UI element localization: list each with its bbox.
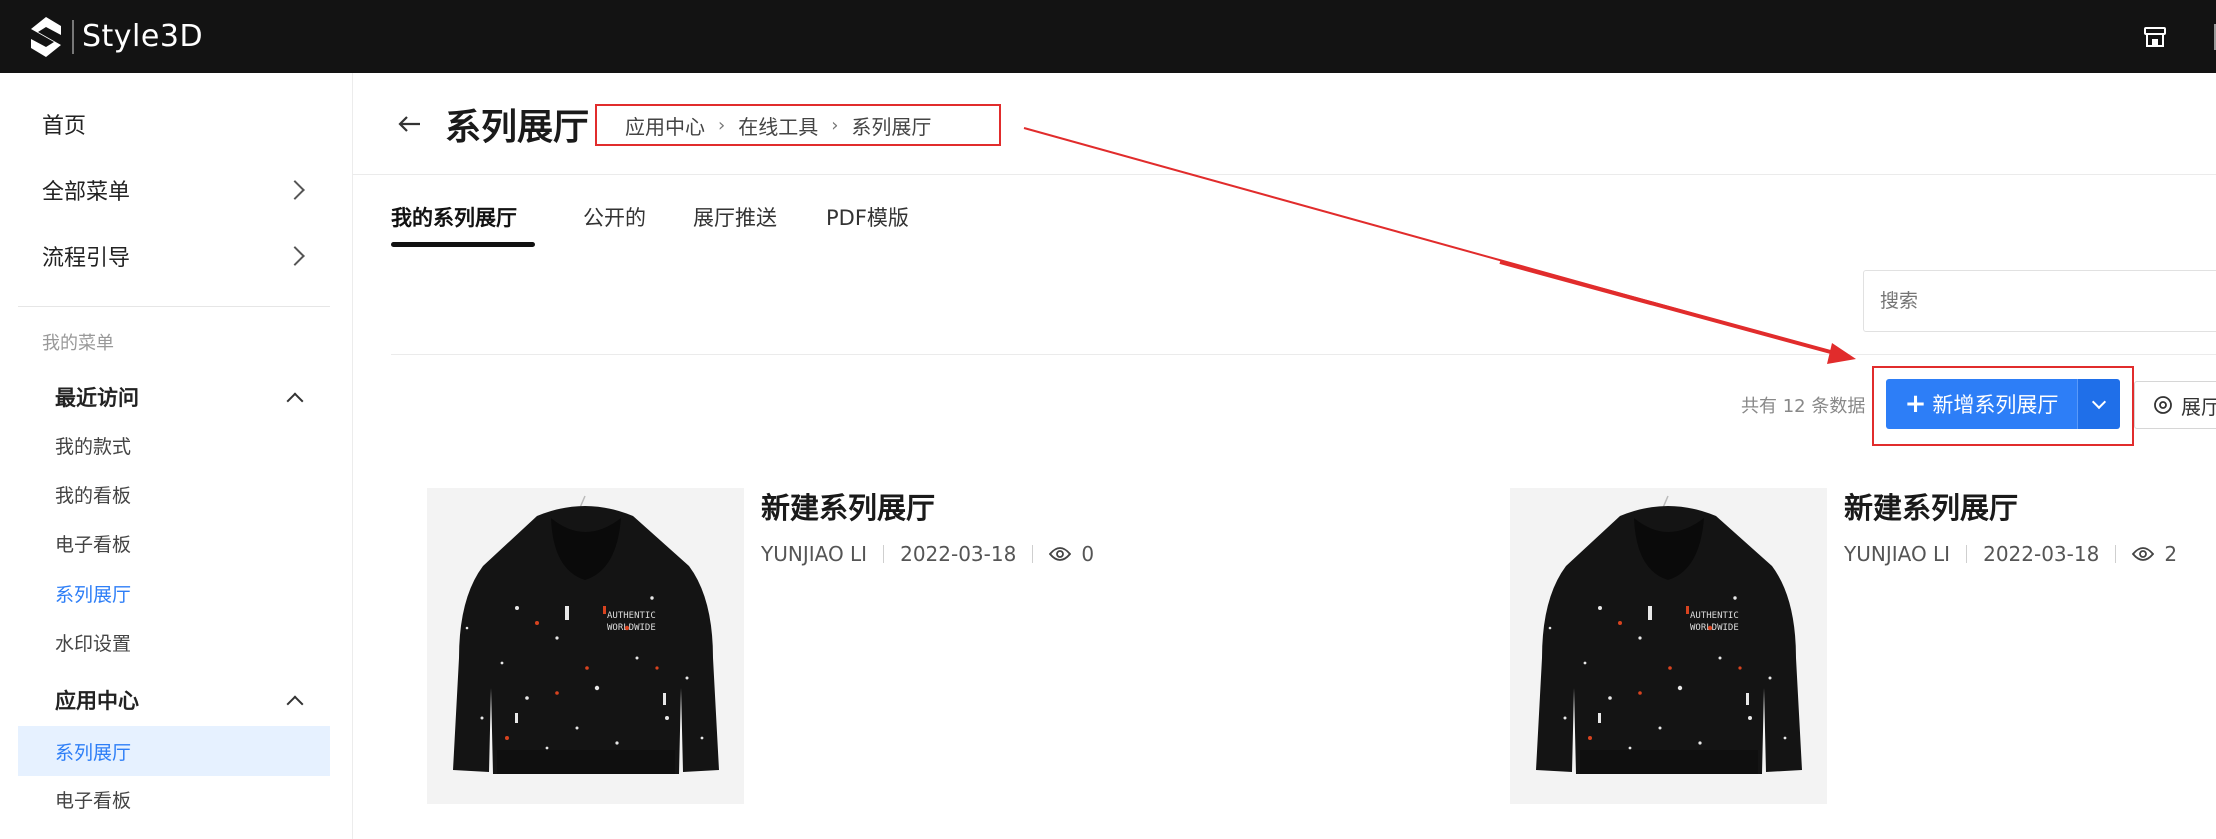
sidebar-item-process-guide[interactable]: 流程引导 — [42, 236, 312, 276]
sidebar: 首页 全部菜单 流程引导 我的菜单 最近访问 我的款式 我的看板 电子看板 系列… — [0, 73, 353, 839]
svg-text:AUTHENTIC: AUTHENTIC — [607, 611, 656, 621]
new-showroom-label: 新增系列展厅 — [1932, 393, 2059, 417]
active-tab-indicator — [391, 242, 535, 247]
tab-my-showrooms[interactable]: 我的系列展厅 — [391, 202, 517, 232]
toolbar-divider — [391, 354, 2216, 355]
brand-name: Style3D — [82, 19, 204, 54]
chevron-up-icon — [286, 695, 304, 713]
sidebar-item-label: 全部菜单 — [42, 180, 131, 205]
sidebar-item-label: 首页 — [42, 114, 87, 139]
tab-pdf-template[interactable]: PDF模版 — [826, 202, 909, 232]
sidebar-item-e-board-app[interactable]: 电子看板 — [55, 784, 131, 814]
eye-icon — [2132, 547, 2155, 561]
sidebar-group-label: 应用中心 — [55, 689, 139, 713]
back-arrow-icon[interactable] — [396, 110, 424, 138]
meta-divider — [1966, 545, 1968, 563]
breadcrumb-item-current: 系列展厅 — [851, 114, 932, 139]
page-title: 系列展厅 — [445, 107, 590, 148]
sidebar-group-app-center[interactable]: 应用中心 — [55, 682, 305, 718]
meta-divider — [883, 545, 885, 563]
plus-icon: + — [1904, 389, 1927, 419]
svg-text:AUTHENTIC: AUTHENTIC — [1690, 611, 1739, 621]
eye-circle-icon — [2154, 396, 2172, 414]
chevron-right-icon — [285, 246, 305, 266]
card-views: 2 — [2164, 542, 2178, 566]
sidebar-item-watermark[interactable]: 水印设置 — [55, 627, 131, 657]
breadcrumb-separator-icon: › — [831, 114, 839, 136]
total-count: 共有 12 条数据 — [1741, 396, 1866, 417]
sidebar-section-label: 我的菜单 — [42, 333, 114, 354]
sidebar-item-home[interactable]: 首页 — [42, 104, 312, 144]
svg-text:WORLDWIDE: WORLDWIDE — [1690, 623, 1739, 633]
chevron-right-icon — [285, 180, 305, 200]
meta-divider — [1032, 545, 1034, 563]
sidebar-item-all-menu[interactable]: 全部菜单 — [42, 170, 312, 210]
new-showroom-dropdown-button[interactable] — [2077, 379, 2120, 429]
eye-icon — [1049, 547, 1072, 561]
logo-divider — [72, 19, 74, 54]
showroom-cover-image[interactable]: AUTHENTIC WORLDWIDE — [427, 488, 744, 804]
sidebar-item-my-boards[interactable]: 我的看板 — [55, 479, 131, 509]
card-date: 2022-03-18 — [1983, 542, 2100, 566]
breadcrumb-item[interactable]: 在线工具 — [738, 111, 818, 140]
new-showroom-button[interactable]: + 新增系列展厅 — [1886, 379, 2077, 429]
hoodie-image: AUTHENTIC WORLDWIDE — [427, 488, 744, 804]
header-divider — [353, 174, 2216, 175]
showroom-view-label: 展厅 — [2181, 394, 2216, 419]
top-bar: Style3D — [0, 0, 2216, 73]
sidebar-group-recent[interactable]: 最近访问 — [55, 379, 305, 415]
tab-public[interactable]: 公开的 — [583, 202, 646, 232]
breadcrumb: 应用中心 › 在线工具 › 系列展厅 — [595, 104, 1001, 146]
sidebar-item-my-styles[interactable]: 我的款式 — [55, 430, 131, 460]
tab-showroom-push[interactable]: 展厅推送 — [693, 202, 777, 232]
sidebar-group-label: 最近访问 — [55, 386, 139, 410]
sidebar-item-series-showroom-active[interactable]: 系列展厅 — [18, 726, 330, 776]
hoodie-image: AUTHENTIC WORLDWIDE — [1510, 488, 1827, 804]
style3d-logo-icon — [31, 16, 61, 57]
sidebar-divider — [18, 306, 330, 307]
card-author: YUNJIAO LI — [1844, 542, 1951, 566]
breadcrumb-item[interactable]: 应用中心 — [625, 111, 705, 140]
brand-logo[interactable]: Style3D — [28, 15, 203, 59]
showroom-card-meta: YUNJIAO LI 2022-03-18 2 — [1844, 542, 2177, 566]
card-views: 0 — [1081, 542, 1095, 566]
sidebar-item-label: 流程引导 — [42, 246, 131, 271]
sidebar-item-series-showroom[interactable]: 系列展厅 — [55, 578, 131, 608]
showroom-view-button[interactable]: 展厅 — [2134, 381, 2216, 429]
store-icon[interactable] — [2144, 26, 2166, 48]
chevron-down-icon — [2091, 394, 2107, 409]
showroom-card-title[interactable]: 新建系列展厅 — [761, 485, 935, 527]
sidebar-item-e-board[interactable]: 电子看板 — [55, 528, 131, 558]
meta-divider — [2115, 545, 2117, 563]
showroom-card-title[interactable]: 新建系列展厅 — [1844, 485, 2018, 527]
card-author: YUNJIAO LI — [761, 542, 868, 566]
card-date: 2022-03-18 — [900, 542, 1017, 566]
showroom-cover-image[interactable]: AUTHENTIC WORLDWIDE — [1510, 488, 1827, 804]
showroom-card-meta: YUNJIAO LI 2022-03-18 0 — [761, 542, 1094, 566]
breadcrumb-separator-icon: › — [718, 114, 726, 136]
search-input[interactable] — [1863, 270, 2216, 332]
svg-text:WORLDWIDE: WORLDWIDE — [607, 623, 656, 633]
chevron-up-icon — [286, 392, 304, 410]
